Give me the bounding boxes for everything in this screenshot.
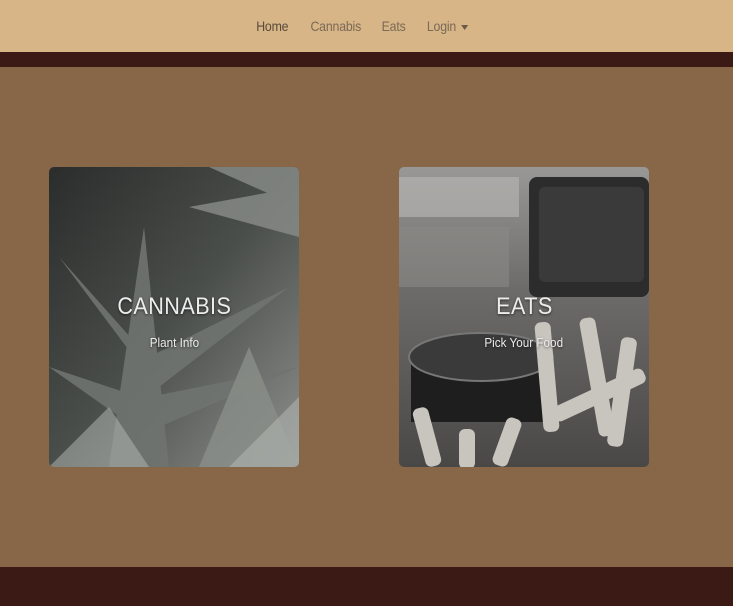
- nav-eats-link[interactable]: Eats: [382, 18, 406, 34]
- header-divider-band: [0, 52, 733, 67]
- cannabis-card-overlay: CANNABIS Plant Info: [49, 167, 299, 467]
- eats-card[interactable]: EATS Pick Your Food: [399, 167, 649, 467]
- cannabis-card[interactable]: CANNABIS Plant Info: [49, 167, 299, 467]
- eats-card-overlay: EATS Pick Your Food: [399, 167, 649, 467]
- cannabis-card-title: CANNABIS: [116, 292, 232, 320]
- chevron-down-icon: [460, 24, 468, 30]
- nav-list: Home Cannabis Eats Login: [254, 18, 471, 34]
- nav-login-dropdown[interactable]: Login: [426, 18, 468, 34]
- nav-login-label: Login: [426, 18, 456, 34]
- cannabis-card-subtitle: Plant Info: [149, 334, 199, 350]
- nav-cannabis-link[interactable]: Cannabis: [310, 18, 361, 34]
- top-navbar: Home Cannabis Eats Login: [0, 0, 733, 52]
- nav-home-link[interactable]: Home: [256, 18, 288, 34]
- eats-card-title: EATS: [495, 292, 553, 320]
- footer-band: [0, 567, 733, 606]
- eats-card-subtitle: Pick Your Food: [484, 334, 564, 350]
